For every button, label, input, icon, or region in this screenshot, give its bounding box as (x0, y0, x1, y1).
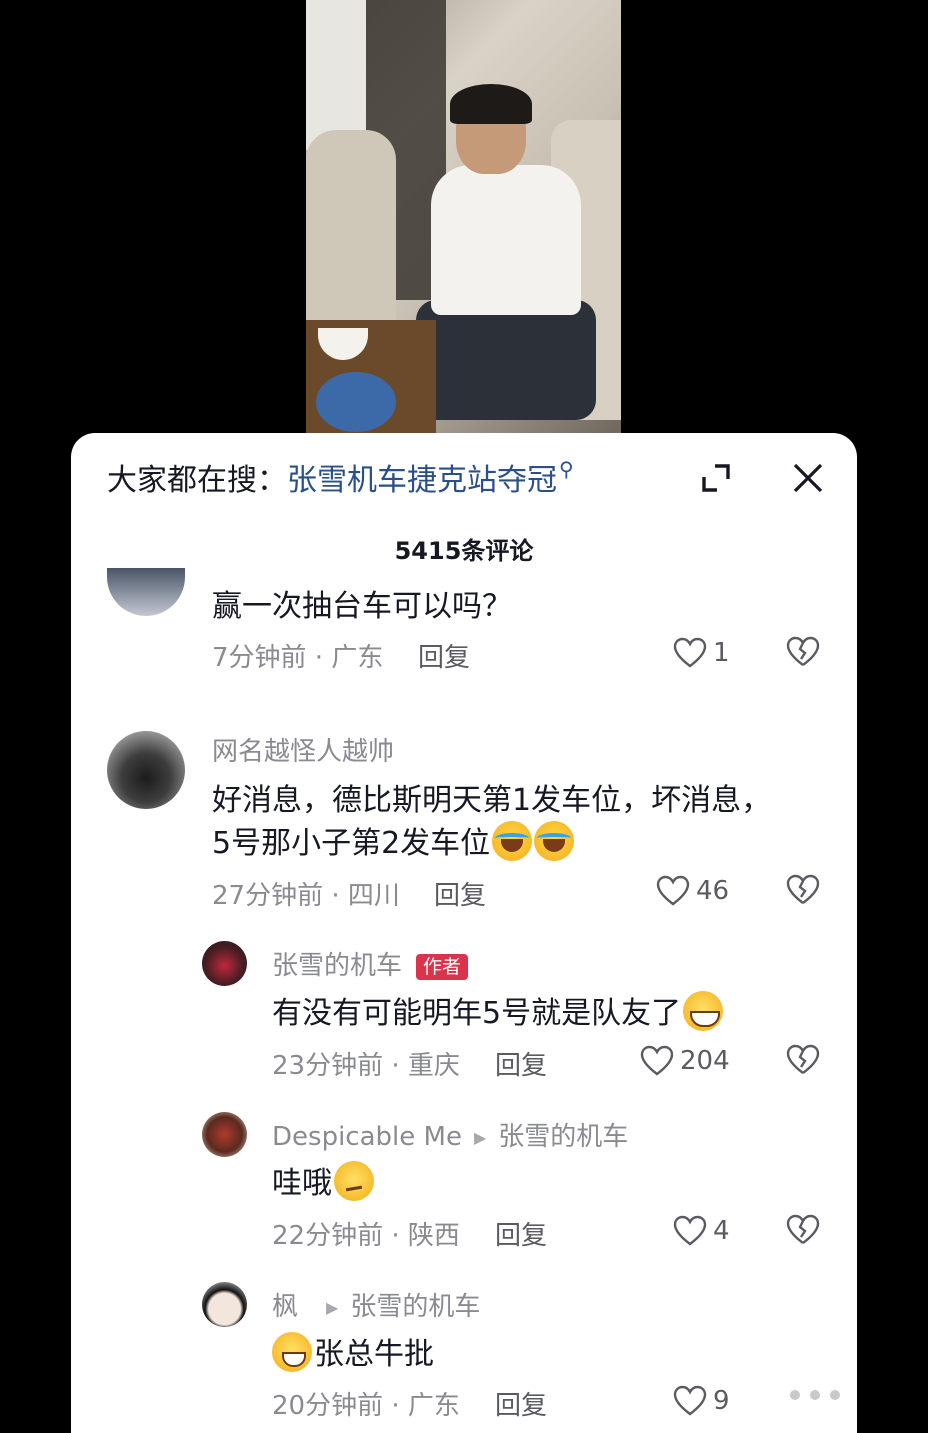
avatar[interactable] (107, 568, 185, 616)
comment-sheet: 大家都在搜： 张雪机车捷克站夺冠 ⚲ 5415条评论 赢一次抽台车可以吗？ 7分… (71, 433, 857, 1433)
reply-text: 有没有可能明年5号就是队友了 (272, 996, 682, 1031)
reply-meta: 20分钟前 · 广东 (272, 1391, 460, 1421)
comment-text: 赢一次抽台车可以吗？ (212, 589, 512, 624)
like-count: 1 (713, 638, 730, 668)
close-icon (793, 463, 823, 493)
video-person-hair (450, 84, 532, 124)
smile-emoji-icon (272, 1332, 312, 1372)
thinking-emoji-icon (334, 1161, 374, 1201)
dislike-button[interactable] (785, 1213, 821, 1249)
close-button[interactable] (789, 459, 827, 497)
comment-text-line1: 好消息，德比斯明天第1发车位，坏消息， (212, 783, 772, 818)
reply-meta: 23分钟前 · 重庆 (272, 1051, 460, 1081)
reply-to-arrow-icon: ▶ (326, 1298, 339, 1317)
heart-icon (640, 1045, 674, 1076)
reply-username[interactable]: 张雪的机车 (272, 951, 402, 981)
like-button[interactable]: 46 (656, 871, 729, 911)
video-person-pants (416, 300, 596, 420)
reply-to-arrow-icon: ▶ (473, 1128, 487, 1147)
video-plate (316, 372, 396, 432)
reply-username-wrap: 张雪的机车 作者 (272, 945, 469, 982)
video-window (306, 0, 366, 150)
reply-text: 哇哦 (272, 1166, 332, 1201)
expand-icon (702, 464, 730, 492)
heart-icon (656, 875, 690, 906)
like-count: 204 (680, 1046, 730, 1076)
broken-heart-icon (786, 1044, 820, 1074)
reply-to-username[interactable]: 张雪的机车 (350, 1292, 480, 1322)
reply-button[interactable]: 回复 (495, 1045, 547, 1082)
comments-count: 5415条评论 (394, 537, 534, 565)
watermark-dot (810, 1390, 820, 1400)
reply-username-wrap: Despicable Me ▶ 张雪的机车 (272, 1116, 628, 1153)
dislike-button[interactable] (785, 635, 821, 671)
reply-username[interactable]: 枫 (272, 1292, 298, 1322)
dislike-button[interactable] (785, 1043, 821, 1079)
reply-button[interactable]: 回复 (495, 1385, 547, 1422)
reply-text-wrap: 张总牛批 (272, 1329, 434, 1373)
watermark-dot (830, 1390, 840, 1400)
reply-text-wrap: 哇哦 (272, 1158, 374, 1202)
watermark-dot (790, 1390, 800, 1400)
comment-meta: 27分钟前 · 四川 (212, 881, 400, 911)
search-icon: ⚲ (559, 457, 574, 481)
avatar[interactable] (202, 1112, 247, 1157)
reply-button[interactable]: 回复 (418, 637, 470, 674)
like-button[interactable]: 204 (640, 1041, 730, 1081)
laugh-cry-emoji-icon (492, 821, 533, 861)
comment-text-line2: 5号那小子第2发车位 (212, 826, 491, 861)
author-badge: 作者 (416, 953, 469, 980)
laugh-cry-emoji-icon (534, 821, 575, 861)
search-prefix: 大家都在搜： (107, 463, 287, 498)
comment-text-line2-wrap: 5号那小子第2发车位 (212, 818, 575, 862)
reply-meta: 22分钟前 · 陕西 (272, 1221, 460, 1251)
reply-text: 张总牛批 (314, 1337, 434, 1372)
heart-icon (673, 637, 707, 668)
like-count: 9 (713, 1386, 730, 1416)
expand-button[interactable] (697, 459, 735, 497)
reply-button[interactable]: 回复 (495, 1215, 547, 1252)
reply-username-wrap: 枫 ▶ 张雪的机车 (272, 1286, 480, 1323)
comment-meta: 7分钟前 · 广东 (212, 643, 384, 673)
video-player[interactable] (306, 0, 621, 440)
watermark-dots (790, 1390, 840, 1400)
like-button[interactable]: 9 (673, 1381, 730, 1421)
like-button[interactable]: 4 (673, 1211, 730, 1251)
like-count: 4 (713, 1216, 730, 1246)
grin-emoji-icon (683, 991, 724, 1031)
heart-icon (673, 1385, 707, 1416)
broken-heart-icon (786, 1214, 820, 1244)
like-button[interactable]: 1 (673, 633, 730, 673)
search-suggestion[interactable]: 大家都在搜： 张雪机车捷克站夺冠 ⚲ (107, 455, 574, 499)
avatar[interactable] (107, 731, 185, 809)
comment-username[interactable]: 网名越怪人越帅 (212, 731, 394, 768)
heart-icon (673, 1215, 707, 1246)
search-term-link[interactable]: 张雪机车捷克站夺冠 (287, 455, 557, 499)
dislike-button[interactable] (785, 873, 821, 909)
like-count: 46 (696, 876, 730, 906)
avatar[interactable] (202, 1282, 247, 1327)
avatar[interactable] (202, 941, 247, 986)
reply-username[interactable]: Despicable Me (272, 1122, 462, 1152)
broken-heart-icon (786, 874, 820, 904)
video-person-shirt (431, 165, 581, 315)
reply-text-wrap: 有没有可能明年5号就是队友了 (272, 988, 724, 1032)
reply-button[interactable]: 回复 (434, 875, 486, 912)
broken-heart-icon (786, 636, 820, 666)
video-sofa-left (306, 130, 396, 320)
reply-to-username[interactable]: 张雪的机车 (498, 1122, 628, 1152)
